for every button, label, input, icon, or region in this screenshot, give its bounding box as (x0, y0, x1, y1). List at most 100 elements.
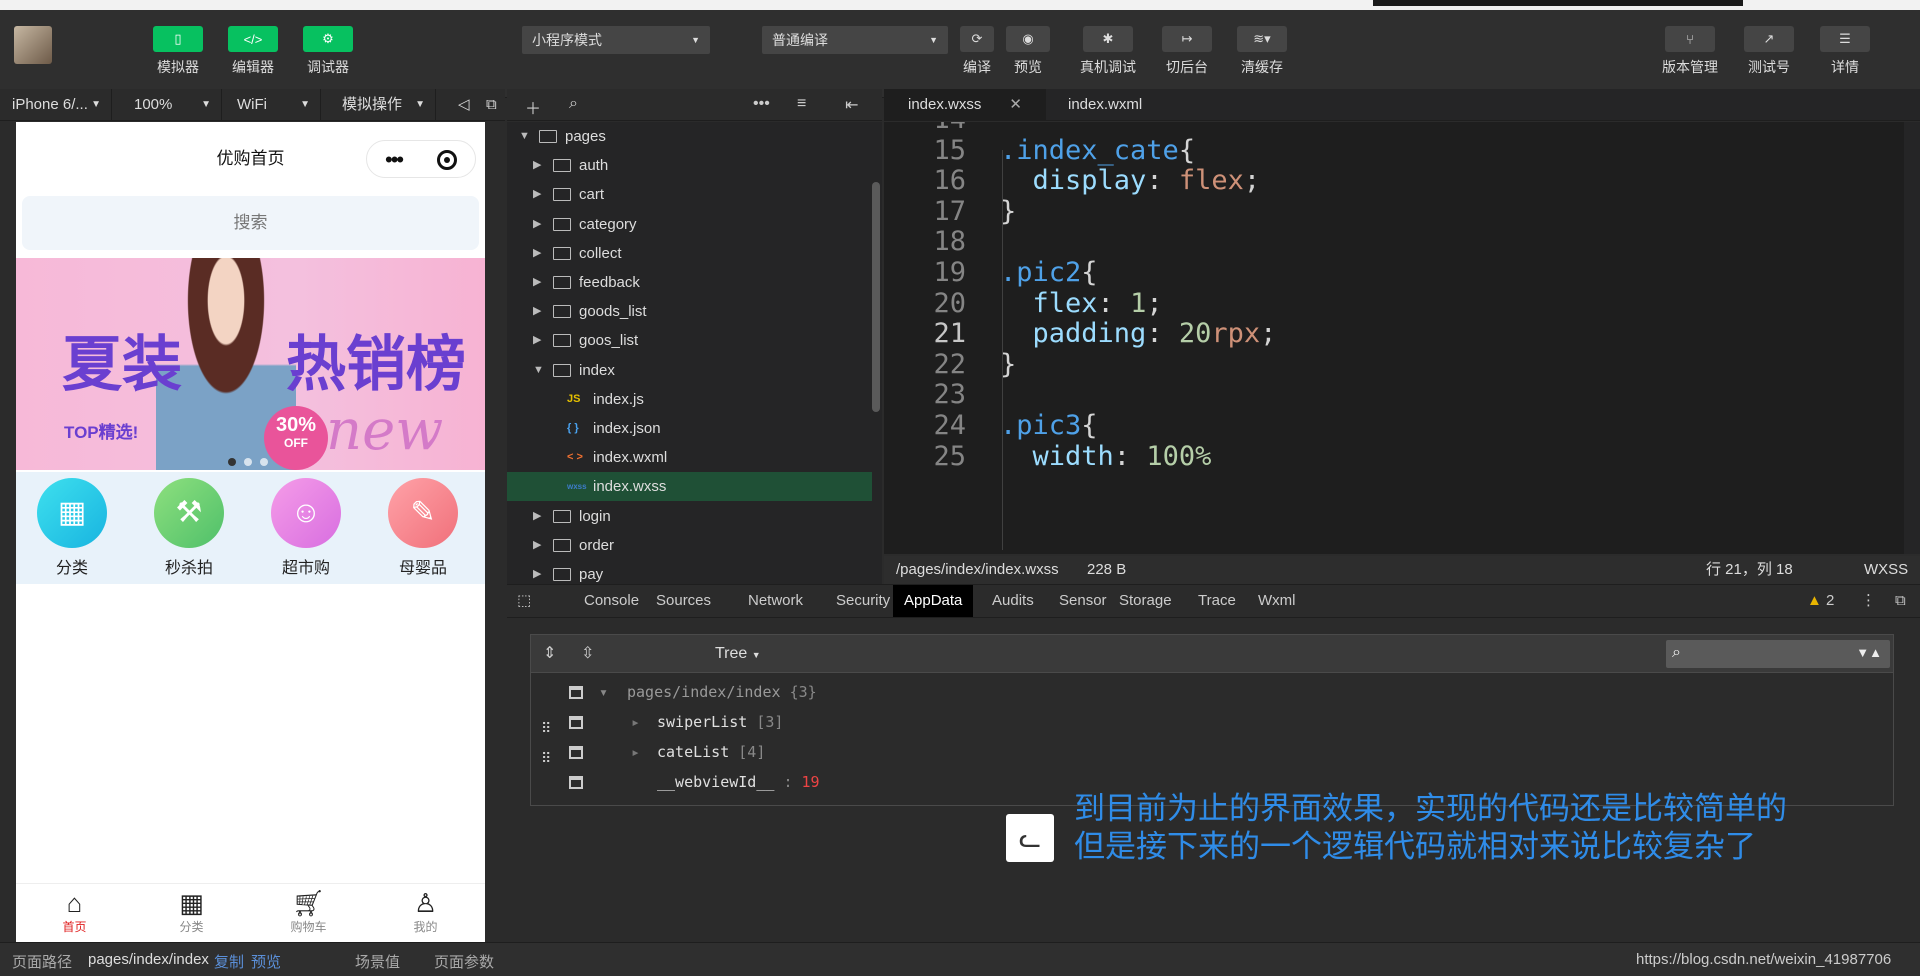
chevron-right-icon[interactable]: ▶ (533, 326, 541, 355)
tab-sources[interactable]: Sources (645, 585, 722, 617)
edit-icon[interactable] (569, 686, 583, 699)
tree-item-goods-list[interactable]: ▶ goods_list (507, 297, 872, 326)
preview-link[interactable]: 预览 (251, 951, 281, 972)
tab-trace[interactable]: Trace (1187, 585, 1247, 617)
category-item[interactable]: ⚒ 秒杀拍 (133, 478, 245, 578)
clear-cache-button[interactable]: ≋▾ 清缓存 (1222, 26, 1302, 77)
chevron-right-icon[interactable]: ▶ (533, 210, 541, 239)
tree-item-pages[interactable]: ▼ pages (507, 122, 872, 151)
tree-item-goos-list[interactable]: ▶ goos_list (507, 326, 872, 355)
code-line[interactable]: flex: 1; (1000, 288, 1163, 319)
code-editor[interactable]: 1415.index_cate{16 display: flex;17}1819… (884, 122, 1920, 554)
more-icon[interactable]: ••• (385, 147, 404, 173)
compile-select[interactable]: 普通编译 ▼ (762, 26, 948, 54)
chevron-right-icon[interactable]: ▶ (533, 502, 541, 531)
background-button[interactable]: ↦ 切后台 (1147, 26, 1227, 77)
tab-storage[interactable]: Storage (1108, 585, 1183, 617)
page-params-button[interactable]: 页面参数 (434, 951, 494, 972)
inspect-icon[interactable]: ⬚ (517, 585, 531, 617)
chevron-right-icon[interactable]: ▶ (533, 297, 541, 326)
warning-icon[interactable]: ▲ 2 (1807, 585, 1834, 617)
tree-scrollbar[interactable] (872, 182, 880, 412)
capsule-menu[interactable]: ••• (366, 140, 476, 178)
collapse-icon[interactable]: ≡ (797, 95, 806, 113)
code-line[interactable]: width: 100% (1000, 441, 1212, 472)
tab-appdata[interactable]: AppData (893, 585, 974, 617)
tab-audits[interactable]: Audits (981, 585, 1045, 617)
banner-swiper[interactable]: 夏装 热销榜 TOP精选! 30% OFF new (16, 258, 485, 470)
more-icon[interactable]: ••• (753, 95, 770, 113)
category-item[interactable]: ✎ 母婴品 (367, 478, 479, 578)
close-mini-icon[interactable] (437, 150, 457, 170)
minimap[interactable] (1904, 122, 1920, 554)
code-line[interactable]: .pic2{ (1000, 257, 1098, 288)
simulate-select[interactable]: 模拟操作 ▼ (330, 89, 436, 121)
tab-cart[interactable]: 🛒︎ 购物车 (250, 888, 367, 935)
chevron-down-icon[interactable]: ▼ (519, 122, 530, 151)
tab-console[interactable]: Console (573, 585, 650, 617)
popout-icon[interactable]: ⧉ (474, 89, 504, 121)
expand-arrow-icon[interactable]: ▸ (631, 737, 640, 767)
code-line[interactable]: .pic3{ (1000, 410, 1098, 441)
swiper-dot-active[interactable] (228, 458, 236, 466)
preview-button[interactable]: ◉ 预览 (988, 26, 1068, 77)
search-icon[interactable]: ⌕ (569, 95, 578, 113)
tree-item-pay[interactable]: ▶ pay (507, 560, 872, 584)
scene-value-button[interactable]: 场景值 (355, 951, 400, 972)
tab-home[interactable]: ⌂ 首页 (16, 888, 133, 935)
chevron-right-icon[interactable]: ▶ (533, 239, 541, 268)
sort-arrows-icon[interactable]: ▼▲ (1856, 645, 1882, 660)
version-mgmt-button[interactable]: ⑂ 版本管理 (1650, 26, 1730, 77)
tree-item-login[interactable]: ▶ login (507, 502, 872, 531)
mode-select[interactable]: 小程序模式 ▼ (522, 26, 710, 54)
tab-index-wxml[interactable]: index.wxml (1044, 89, 1166, 121)
expand-all-icon[interactable]: ⇕ (543, 643, 556, 663)
view-mode-select[interactable]: Tree ▼ (715, 645, 761, 663)
appdata-search-input[interactable]: ⌕ ▼▲ (1666, 640, 1890, 668)
chevron-right-icon[interactable]: ▶ (533, 531, 541, 560)
tree-item-index-json[interactable]: { } index.json (507, 414, 872, 443)
tree-item-index-wxss[interactable]: wxss index.wxss (507, 472, 872, 502)
category-item[interactable]: ▦ 分类 (16, 478, 128, 578)
search-input[interactable]: 搜索 (22, 196, 479, 250)
tab-index-wxss[interactable]: index.wxss ✕ (884, 89, 1046, 121)
more-vertical-icon[interactable]: ⋮ (1861, 585, 1876, 617)
tree-item-index-js[interactable]: JS index.js (507, 385, 872, 414)
chevron-right-icon[interactable]: ▶ (533, 180, 541, 209)
test-account-button[interactable]: ↗ 测试号 (1729, 26, 1809, 77)
tree-item-index[interactable]: ▼ index (507, 356, 872, 385)
copy-link[interactable]: 复制 (214, 951, 244, 972)
tree-item-auth[interactable]: ▶ auth (507, 151, 872, 180)
tab-wxml[interactable]: Wxml (1247, 585, 1307, 617)
avatar[interactable] (14, 26, 52, 64)
appdata-row-catelist[interactable]: ⠿ ▸ cateList [4] (531, 737, 1893, 767)
edit-icon[interactable] (569, 716, 583, 729)
tab-category[interactable]: ▦ 分类 (133, 888, 250, 935)
tree-item-category[interactable]: ▶ category (507, 210, 872, 239)
code-line[interactable]: .index_cate{ (1000, 135, 1195, 166)
collapse-all-icon[interactable]: ⇳ (581, 643, 594, 663)
code-line[interactable]: padding: 20rpx; (1000, 318, 1277, 349)
tab-security[interactable]: Security (825, 585, 901, 617)
category-item[interactable]: ☺ 超市购 (250, 478, 362, 578)
device-select[interactable]: iPhone 6/... ▼ (0, 89, 112, 121)
chevron-right-icon[interactable]: ▶ (533, 151, 541, 180)
simulator-button[interactable]: ▯ 模拟器 (138, 26, 218, 77)
details-button[interactable]: ☰ 详情 (1805, 26, 1885, 77)
debugger-button[interactable]: ⚙ 调试器 (288, 26, 368, 77)
chevron-right-icon[interactable]: ▶ (533, 560, 541, 584)
panel-toggle-icon[interactable]: ⇤ (845, 95, 858, 115)
swiper-dot[interactable] (260, 458, 268, 466)
tab-mine[interactable]: ♙ 我的 (367, 888, 484, 935)
tree-item-order[interactable]: ▶ order (507, 531, 872, 560)
remote-debug-button[interactable]: ✱ 真机调试 (1068, 26, 1148, 77)
edit-icon[interactable] (569, 746, 583, 759)
tree-item-feedback[interactable]: ▶ feedback (507, 268, 872, 297)
tree-item-index-wxml[interactable]: < > index.wxml (507, 443, 872, 472)
language-mode[interactable]: WXSS (1864, 556, 1908, 584)
volume-icon[interactable]: ◁ (446, 89, 476, 121)
network-select[interactable]: WiFi ▼ (225, 89, 321, 121)
tab-network[interactable]: Network (737, 585, 814, 617)
editor-button[interactable]: </> 编辑器 (213, 26, 293, 77)
tree-item-cart[interactable]: ▶ cart (507, 180, 872, 209)
